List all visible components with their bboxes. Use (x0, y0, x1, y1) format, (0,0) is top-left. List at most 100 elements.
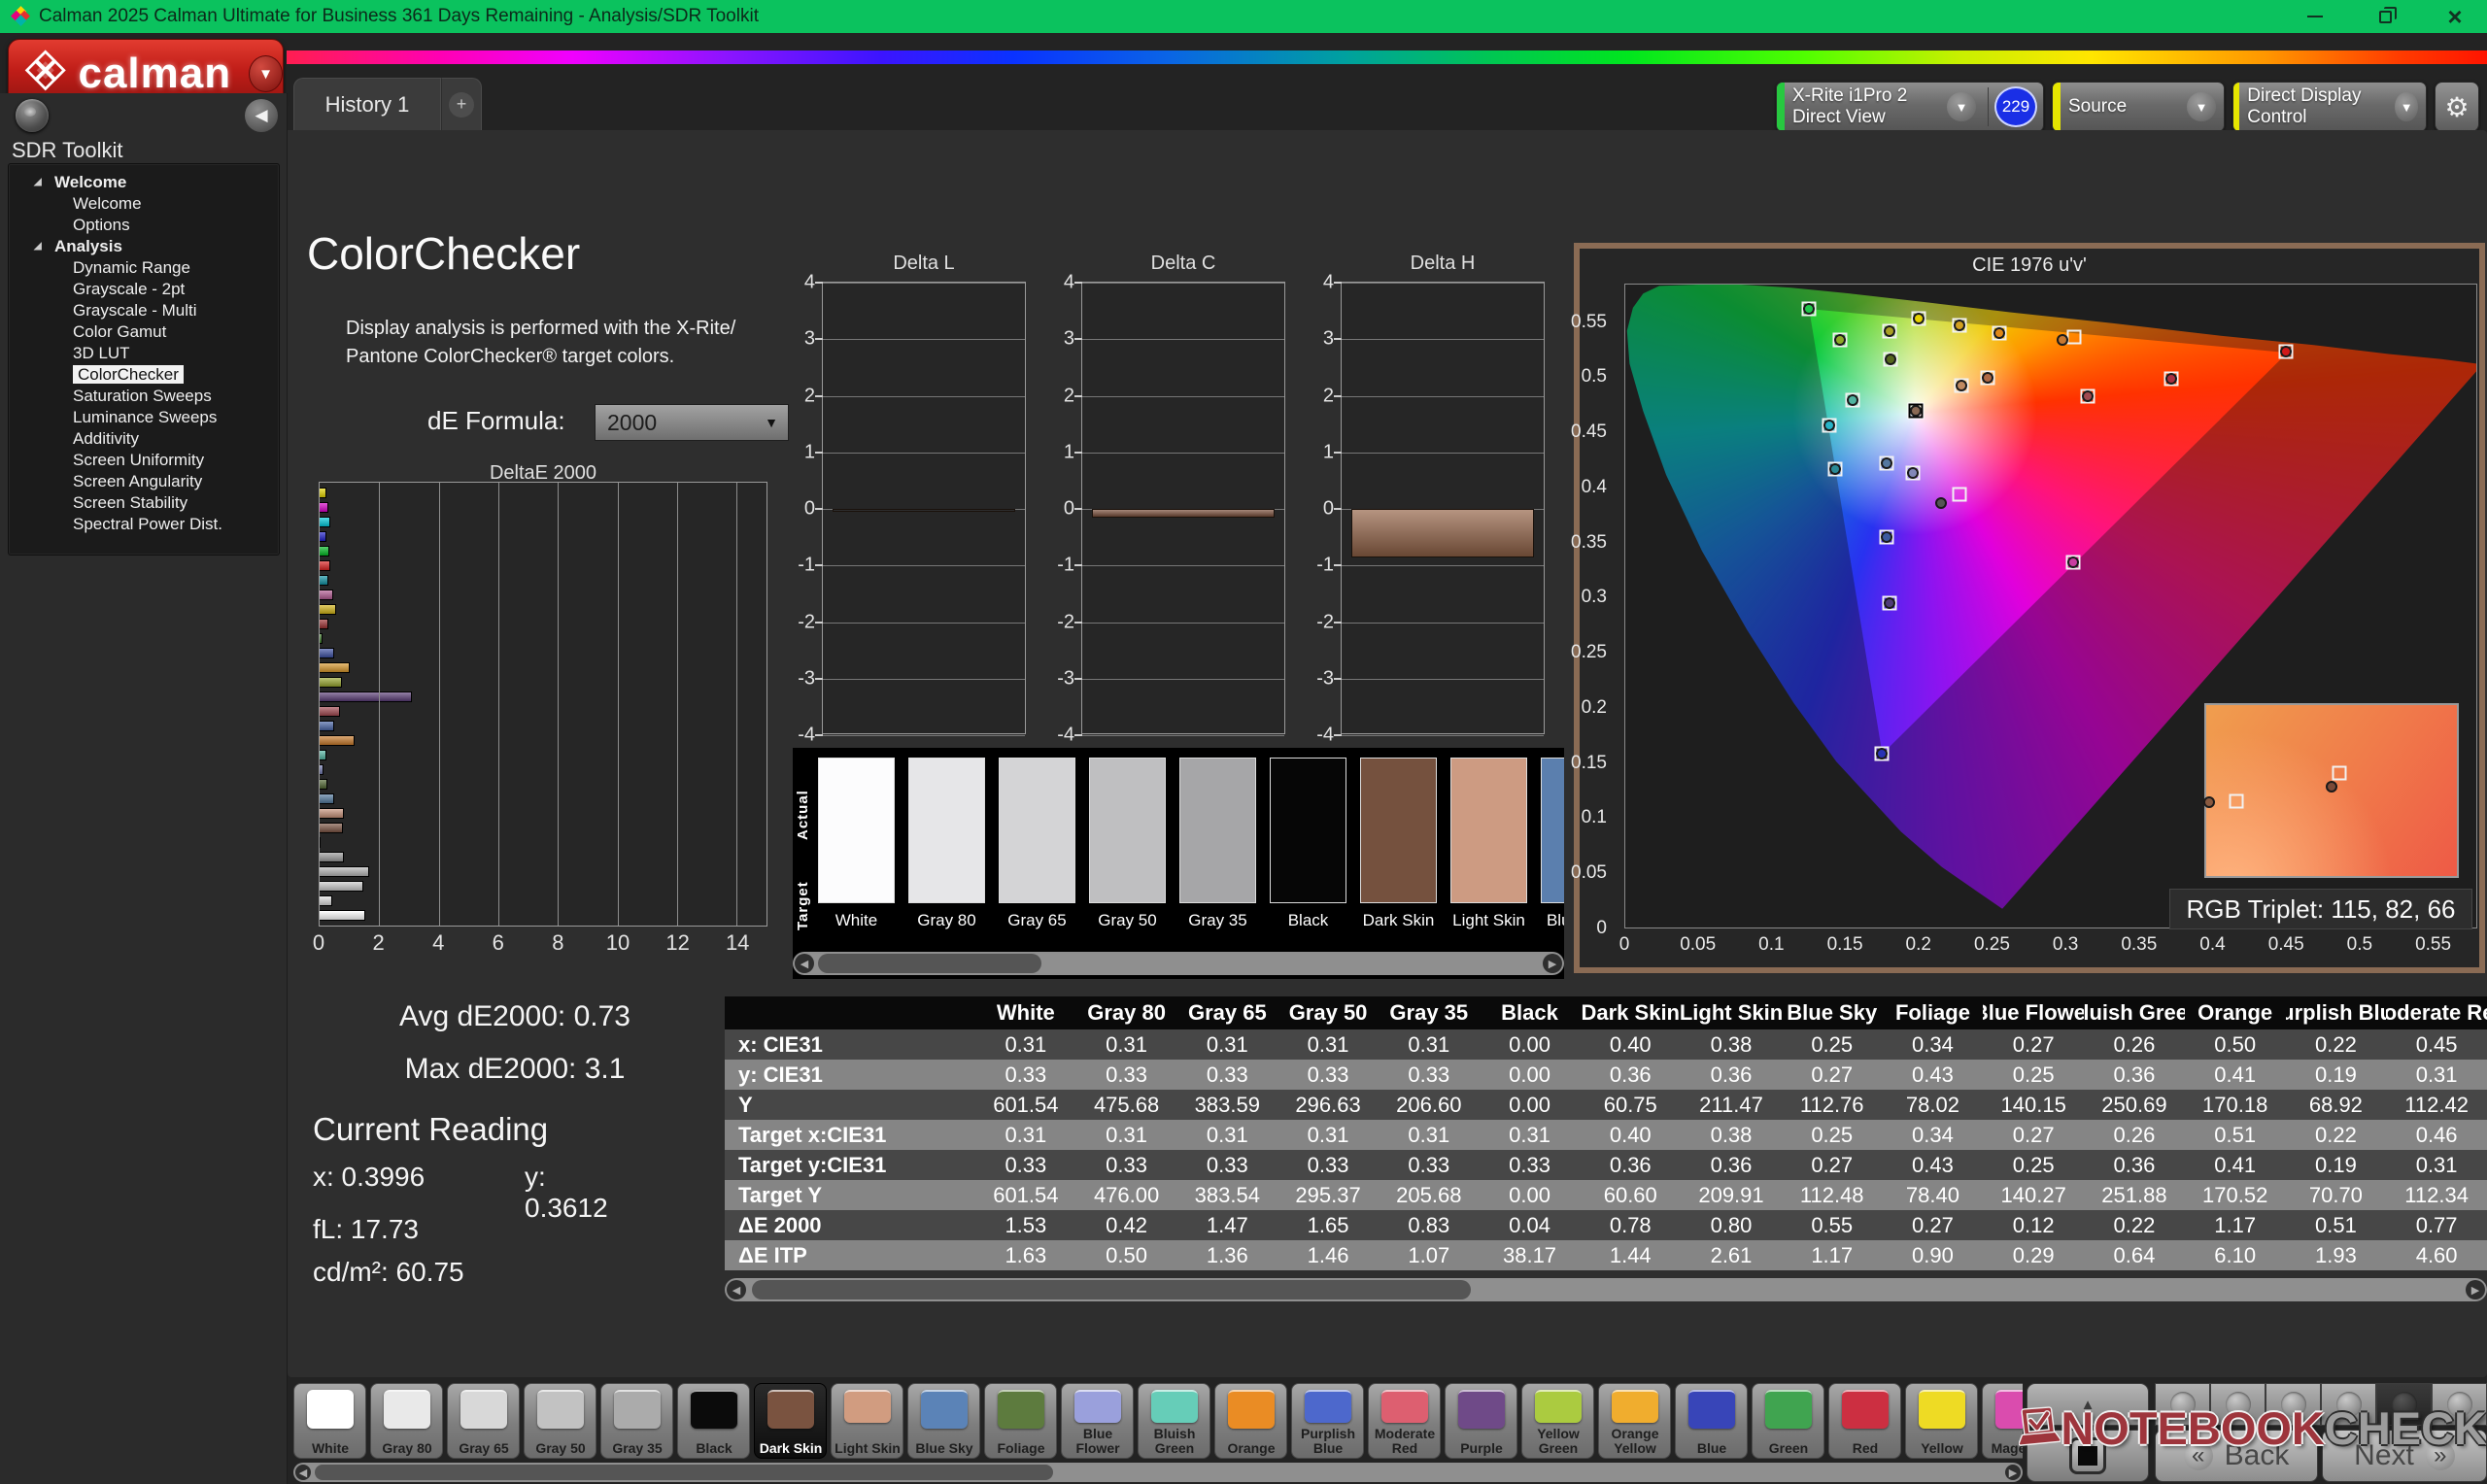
table-scrollbar[interactable]: ◀ ▶ (725, 1278, 2487, 1301)
scroll-left-icon[interactable]: ◀ (795, 954, 814, 973)
rgb-triplet-readout: RGB Triplet: 115, 82, 66 (2169, 889, 2472, 929)
sidebar-item-screen-uniformity[interactable]: Screen Uniformity (9, 450, 279, 471)
scroll-left-icon[interactable]: ◀ (295, 1465, 311, 1480)
sidebar-item-spectral-power-dist[interactable]: Spectral Power Dist. (9, 514, 279, 535)
sidebar-item-grayscale-2pt[interactable]: Grayscale - 2pt (9, 279, 279, 300)
cie-measured-dot (1881, 457, 1892, 469)
sidebar-item-luminance-sweeps[interactable]: Luminance Sweeps (9, 407, 279, 428)
patch-button-magenta[interactable]: Magenta (1982, 1383, 2023, 1459)
sidebar-sphere-button[interactable] (16, 99, 49, 132)
sidebar-item-screen-stability[interactable]: Screen Stability (9, 492, 279, 514)
patch-button-purple[interactable]: Purple (1445, 1383, 1517, 1459)
table-row-target-x-cie31: Target x:CIE310.310.310.310.310.310.310.… (725, 1120, 2487, 1150)
axis-tick-label: 0 (1305, 498, 1334, 521)
patch-button-gray-35[interactable]: Gray 35 (600, 1383, 673, 1459)
sidebar-item-screen-angularity[interactable]: Screen Angularity (9, 471, 279, 492)
patch-button-gray-65[interactable]: Gray 65 (447, 1383, 520, 1459)
patch-button-dark-skin[interactable]: Dark Skin (754, 1383, 827, 1459)
axis-tick-label: 0.5 (2347, 934, 2372, 956)
table-cell: 0.55 (1782, 1210, 1883, 1240)
sidebar-item-additivity[interactable]: Additivity (9, 428, 279, 450)
patch-button-blue-sky[interactable]: Blue Sky (907, 1383, 980, 1459)
sidebar-item-welcome[interactable]: ◢Welcome (9, 172, 279, 193)
add-tab-button[interactable]: + (441, 78, 482, 130)
settings-gear-button[interactable]: ⚙ (2435, 82, 2479, 132)
de-formula-dropdown[interactable]: 2000 ▼ (595, 404, 789, 441)
back-button[interactable]: « Back (2155, 1430, 2318, 1482)
tab-bar: History 1 + (293, 78, 482, 130)
axis-tick (1074, 508, 1082, 510)
gridline (1342, 396, 1544, 397)
meter-dropdown[interactable]: X-Rite i1Pro 2 Direct View ▼ 229 (1776, 82, 2044, 132)
axis-tick (1334, 338, 1342, 340)
sidebar-item-saturation-sweeps[interactable]: Saturation Sweeps (9, 386, 279, 407)
strip-scrollbar-thumb[interactable] (818, 954, 1041, 973)
next-button[interactable]: Next » (2322, 1430, 2487, 1482)
patch-button-yellow-green[interactable]: Yellow Green (1521, 1383, 1594, 1459)
source-dropdown[interactable]: Source ▼ (2052, 82, 2225, 132)
sidebar-item-welcome[interactable]: Welcome (9, 193, 279, 215)
sidebar-item-dynamic-range[interactable]: Dynamic Range (9, 257, 279, 279)
patch-button-orange-yellow[interactable]: Orange Yellow (1598, 1383, 1671, 1459)
sidebar-collapse-button[interactable]: ◀ (245, 99, 278, 132)
patch-button-red[interactable]: Red (1828, 1383, 1901, 1459)
scroll-right-icon[interactable]: ▶ (2005, 1465, 2021, 1480)
toolbar-button-2[interactable] (2210, 1383, 2266, 1426)
sidebar-item-analysis[interactable]: ◢Analysis (9, 236, 279, 257)
expander-icon[interactable]: ◢ (34, 236, 42, 257)
patch-button-gray-80[interactable]: Gray 80 (370, 1383, 443, 1459)
patch-button-blue[interactable]: Blue (1675, 1383, 1748, 1459)
axis-tick-label: 0.35 (2121, 934, 2157, 956)
logo-dropdown-arrow-icon[interactable]: ▼ (249, 55, 283, 92)
patch-button-orange[interactable]: Orange (1214, 1383, 1287, 1459)
scroll-right-icon[interactable]: ▶ (1543, 954, 1562, 973)
patch-button-yellow[interactable]: Yellow (1905, 1383, 1978, 1459)
collapse-panel-button[interactable]: ▲ (2027, 1383, 2149, 1426)
patch-button-blue-flower[interactable]: Blue Flower (1061, 1383, 1134, 1459)
meter-count-badge[interactable]: 229 (1994, 86, 2037, 127)
gridline (1082, 453, 1284, 454)
minimize-button[interactable] (2293, 0, 2337, 33)
table-cell: 206.60 (1379, 1090, 1480, 1120)
patch-button-white[interactable]: White (293, 1383, 366, 1459)
patch-scrollbar-thumb[interactable] (315, 1465, 1053, 1480)
toolbar-button-1[interactable] (2155, 1383, 2210, 1426)
patch-button-foliage[interactable]: Foliage (984, 1383, 1057, 1459)
sidebar-item-grayscale-multi[interactable]: Grayscale - Multi (9, 300, 279, 321)
patch-button-black[interactable]: Black (677, 1383, 750, 1459)
deltae-bar-red (320, 619, 328, 629)
patch-button-moderate-red[interactable]: Moderate Red (1368, 1383, 1441, 1459)
close-button[interactable]: × (2433, 0, 2477, 33)
display-control-dropdown[interactable]: Direct Display Control ▼ (2232, 82, 2427, 132)
gridline (1342, 735, 1544, 736)
axis-tick-label: 8 (552, 930, 563, 956)
toolbar-button-4[interactable] (2321, 1383, 2376, 1426)
strip-scrollbar[interactable]: ◀ ▶ (793, 952, 1564, 975)
patch-button-purplish-blue[interactable]: Purplish Blue (1291, 1383, 1364, 1459)
axis-tick-label: 6 (493, 930, 504, 956)
sidebar-item-3d-lut[interactable]: 3D LUT (9, 343, 279, 364)
scroll-right-icon[interactable]: ▶ (2466, 1280, 2485, 1299)
deltae-bar-purplish-blue (320, 721, 334, 731)
patch-button-gray-50[interactable]: Gray 50 (524, 1383, 596, 1459)
sidebar-item-color-gamut[interactable]: Color Gamut (9, 321, 279, 343)
table-scrollbar-thumb[interactable] (752, 1280, 1471, 1299)
restore-button[interactable] (2363, 0, 2407, 33)
patch-button-bluish-green[interactable]: Bluish Green (1138, 1383, 1210, 1459)
scroll-left-icon[interactable]: ◀ (727, 1280, 746, 1299)
patch-scrollbar[interactable]: ◀ ▶ (293, 1463, 2023, 1482)
pattern-window-button[interactable] (2027, 1430, 2149, 1482)
sidebar-item-label: Color Gamut (73, 322, 166, 341)
table-cell: 0.12 (1983, 1210, 2084, 1240)
sidebar-item-options[interactable]: Options (9, 215, 279, 236)
expander-icon[interactable]: ◢ (34, 172, 42, 193)
patch-button-light-skin[interactable]: Light Skin (831, 1383, 903, 1459)
toolbar-button-5[interactable] (2376, 1383, 2432, 1426)
patch-button-green[interactable]: Green (1752, 1383, 1824, 1459)
de-formula-label: dE Formula: (427, 406, 565, 436)
tab-history-1[interactable]: History 1 (293, 78, 441, 130)
toolbar-button-3[interactable] (2266, 1383, 2321, 1426)
sidebar-item-colorchecker[interactable]: ColorChecker (9, 364, 279, 386)
toolbar-button-6[interactable] (2432, 1383, 2487, 1426)
page-title: ColorChecker (307, 227, 580, 280)
